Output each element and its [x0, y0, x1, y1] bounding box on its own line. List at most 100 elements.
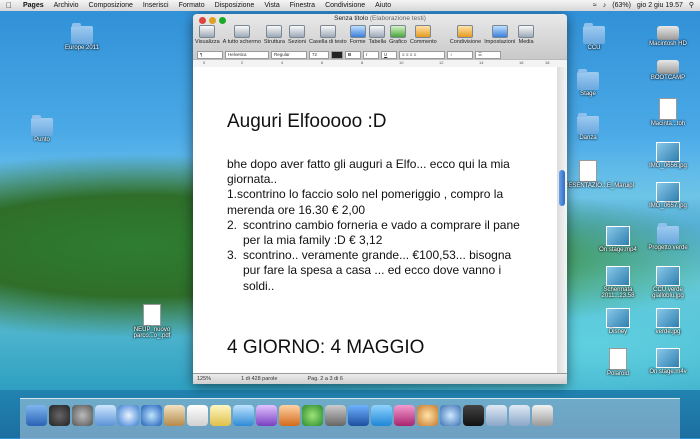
status-bar: 125% 1 di 428 parole Pag. 2 a 3 di 6 — [193, 373, 567, 384]
comment-icon — [415, 25, 432, 38]
iphoto-icon[interactable] — [256, 405, 277, 426]
menu-app[interactable]: Pages — [18, 0, 49, 11]
trash-icon[interactable] — [532, 405, 553, 426]
time-machine-icon[interactable] — [302, 405, 323, 426]
chart-icon — [389, 25, 406, 38]
toolbar-chart-button[interactable]: Grafico — [389, 25, 407, 45]
skype-icon[interactable] — [371, 405, 392, 426]
wifi-icon[interactable]: ≈ — [593, 0, 597, 11]
desktop-icon-file[interactable]: NEUP_nuovo parco...o_.pdf — [124, 304, 180, 339]
window-titlebar[interactable]: Senza titolo (Elaborazione testi) Visual… — [193, 14, 567, 67]
desktop-icon-image[interactable]: Schermata 2011...23.58 — [590, 266, 646, 299]
desktop-icon-video[interactable]: On stage.m4v — [640, 348, 696, 375]
line-spacing-select[interactable]: ↕ — [447, 51, 473, 59]
app-icon[interactable] — [417, 405, 438, 426]
safari-icon[interactable] — [118, 405, 139, 426]
desktop-icon-file[interactable]: Polaroid — [590, 348, 646, 377]
desktop-icon-folder[interactable]: Progetto verde — [640, 223, 696, 251]
menu-condivisione[interactable]: Condivisione — [320, 0, 370, 11]
photoshop-icon[interactable] — [348, 405, 369, 426]
notes-icon[interactable] — [210, 405, 231, 426]
toolbar-media-button[interactable]: Media — [518, 25, 535, 45]
ical-icon[interactable] — [187, 405, 208, 426]
pdf-file-icon — [143, 304, 161, 326]
menu-finestra[interactable]: Finestra — [285, 0, 320, 11]
address-book-icon[interactable] — [164, 405, 185, 426]
pages-icon[interactable] — [279, 405, 300, 426]
folder-icon — [583, 23, 605, 44]
font-family-select[interactable]: Helvetica — [225, 51, 269, 59]
volume-icon[interactable]: ♪ — [603, 0, 607, 11]
alignment-buttons[interactable]: ≡ ≡ ≡ ≡ — [399, 51, 445, 59]
bold-button[interactable]: B — [345, 51, 361, 59]
dashboard-icon[interactable] — [49, 405, 70, 426]
font-size-select[interactable]: 72 — [309, 51, 329, 59]
format-bar: ¶ Helvetica Regular 72 B I U ≡ ≡ ≡ ≡ ↕ ☰ — [193, 51, 567, 59]
desktop-icon-image[interactable]: CCU verde gialloblu.jpg — [640, 266, 696, 299]
indesign-icon[interactable] — [394, 405, 415, 426]
desktop-icon-image[interactable]: Disney — [590, 308, 646, 335]
sections-icon — [289, 25, 305, 38]
desktop-icon-folder[interactable]: CCU — [566, 23, 622, 51]
document-page[interactable]: Auguri Elfooooo :D bhe dopo aver fatto g… — [193, 67, 557, 374]
paragraph-style-select[interactable]: ¶ — [197, 51, 223, 59]
zoom-select[interactable]: 125% — [197, 374, 211, 384]
mail-icon[interactable] — [95, 405, 116, 426]
toolbar-shapes-button[interactable]: Forme — [349, 25, 366, 45]
desktop-icon-disk[interactable]: Macintosh HD — [640, 22, 696, 47]
desktop-icon-image[interactable]: IMG_0657.jpg — [640, 182, 696, 209]
toolbar-comment-button[interactable]: Commento — [410, 25, 437, 45]
clock[interactable]: gio 2 giu 19.57 — [637, 0, 683, 11]
scrollbar-thumb[interactable] — [559, 170, 565, 206]
documents-stack-icon[interactable] — [509, 405, 530, 426]
spotlight-icon[interactable]: ⚲ — [689, 0, 694, 11]
preview-icon[interactable] — [440, 405, 461, 426]
desktop-icon-disk[interactable]: BOOTCAMP — [640, 56, 696, 81]
menu-composizione[interactable]: Composizione — [84, 0, 138, 11]
toolbar-sections-button[interactable]: Sezioni — [288, 25, 306, 45]
desktop-icon-folder[interactable]: Stage — [560, 69, 616, 97]
itunes-icon[interactable] — [233, 405, 254, 426]
menu-vista[interactable]: Vista — [259, 0, 284, 11]
toolbar-table-button[interactable]: Tabella — [369, 25, 386, 45]
downloads-stack-icon[interactable] — [486, 405, 507, 426]
desktop-icon-file[interactable]: PRESENTAZIO...E_Maruipl — [560, 160, 634, 189]
menu-formato[interactable]: Formato — [174, 0, 210, 11]
toolbar-outline-button[interactable]: Struttura — [264, 25, 285, 45]
finder-icon[interactable] — [26, 405, 47, 426]
ruler[interactable]: 0 2 4 6 8 10 12 14 16 18 — [193, 59, 567, 67]
system-preferences-icon[interactable] — [72, 405, 93, 426]
toolbar-textbox-button[interactable]: Casella di testo — [309, 25, 347, 45]
toolbar-view-button[interactable]: Visualizza — [195, 25, 220, 45]
menu-aiuto[interactable]: Aiuto — [370, 0, 396, 11]
desktop-icon-file[interactable]: Macinta...toh — [640, 98, 696, 127]
desktop-icon-folder[interactable]: Punto — [14, 115, 70, 143]
text-color-well[interactable] — [331, 51, 343, 59]
menu-archivio[interactable]: Archivio — [49, 0, 84, 11]
desktop-icon-folder[interactable]: Europe 2011 — [54, 23, 110, 51]
desktop-icon-image[interactable]: IMG_0656.jpg — [640, 142, 696, 169]
desktop-icon-image[interactable]: verde.jpg — [640, 308, 696, 335]
battery-status[interactable]: (63%) — [612, 0, 631, 11]
utility-icon[interactable] — [325, 405, 346, 426]
menu-inserisci[interactable]: Inserisci — [138, 0, 174, 11]
vertical-scrollbar[interactable] — [557, 67, 567, 374]
toolbar-share-button[interactable]: Condivisione — [450, 25, 481, 45]
desktop-icon-folder[interactable]: Danza — [560, 113, 616, 141]
desktop-icon-video[interactable]: On stage.mp4 — [590, 226, 646, 253]
menu-bar:  Pages Archivio Composizione Inserisci … — [0, 0, 700, 11]
document-line-1: 1.scontrino lo faccio solo nel pomeriggi… — [227, 187, 504, 217]
terminal-icon[interactable] — [463, 405, 484, 426]
toolbar-fullscreen-button[interactable]: A tutto schermo — [223, 25, 261, 45]
toolbar-inspector-button[interactable]: Impostazioni — [484, 25, 515, 45]
underline-button[interactable]: U — [381, 51, 397, 59]
document-intro: bhe dopo aver fatto gli auguri a Elfo...… — [227, 157, 510, 187]
menu-disposizione[interactable]: Disposizione — [210, 0, 260, 11]
columns-select[interactable]: ☰ — [475, 51, 501, 59]
table-icon — [369, 25, 386, 38]
italic-button[interactable]: I — [363, 51, 379, 59]
document-icon — [659, 98, 677, 120]
apple-icon[interactable]:  — [0, 0, 18, 11]
app-store-icon[interactable] — [141, 405, 162, 426]
font-style-select[interactable]: Regular — [271, 51, 307, 59]
